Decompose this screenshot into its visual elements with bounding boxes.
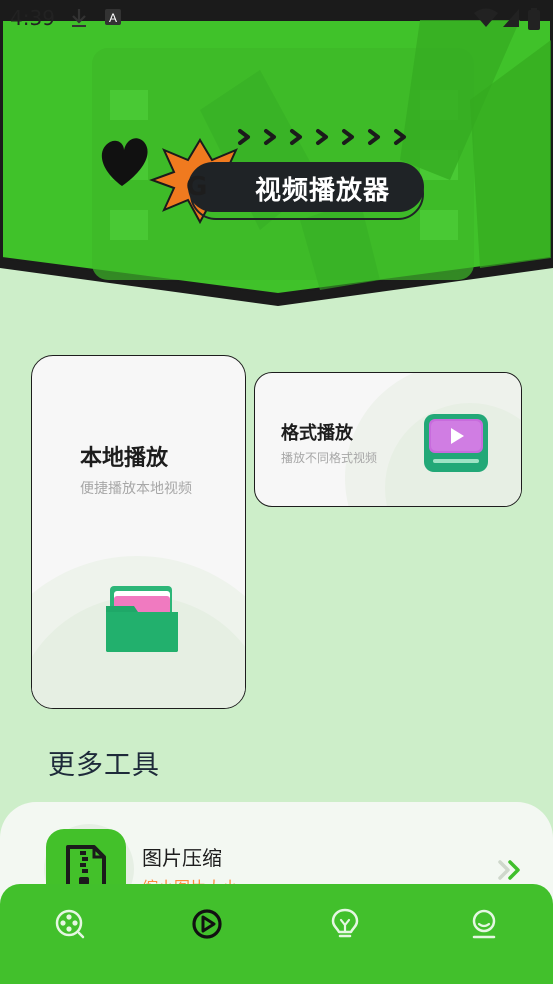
format-play-title: 格式播放 [281,423,353,444]
a-badge-icon: A [104,8,122,30]
status-time: 4:39 [10,6,55,30]
download-icon [70,8,88,32]
folder-icon [104,582,180,658]
battery-icon [528,8,540,34]
app-title: 视频播放器 [255,176,391,206]
signal-icon [502,8,520,32]
film-reel-icon[interactable] [52,906,88,942]
video-play-icon [421,411,491,479]
local-play-title: 本地播放 [80,446,169,471]
local-play-subtitle: 便捷播放本地视频 [80,481,192,497]
profile-icon[interactable] [466,906,502,942]
hero-banner [0,0,553,310]
wifi-icon [474,8,498,32]
status-bar: 4:39 A [0,0,553,36]
more-tools-title: 更多工具 [48,750,160,781]
lightbulb-icon[interactable] [327,906,363,942]
app-screen: G 视频播放器 4:39 A 本地播放 便捷播放本地视频 格式播放 播放不同格式… [0,0,553,984]
tool-title: 图片压缩 [142,846,222,870]
svg-text:A: A [109,11,117,25]
format-play-card[interactable]: 格式播放 播放不同格式视频 [254,372,522,507]
double-chevron-icon[interactable] [496,858,524,886]
format-play-subtitle: 播放不同格式视频 [281,451,378,465]
local-play-card[interactable]: 本地播放 便捷播放本地视频 [31,355,246,709]
brand-badge-letter: G [186,172,208,202]
play-circle-icon[interactable] [189,906,225,942]
